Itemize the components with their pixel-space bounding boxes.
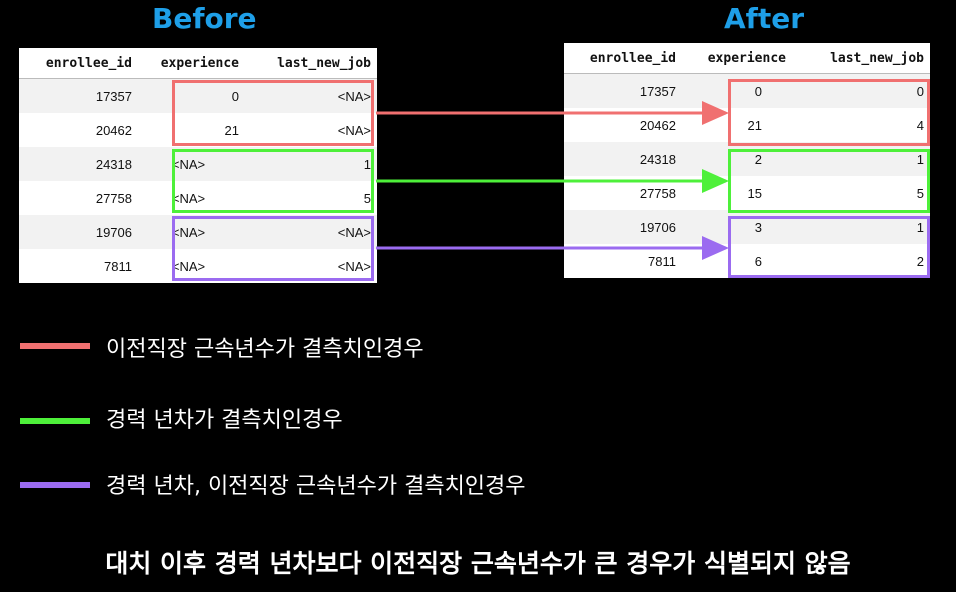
legend-red-line [20,343,90,349]
conclusion-text: 대치 이후 경력 년차보다 이전직장 근속년수가 큰 경우가 식별되지 않음 [105,549,851,578]
legend-purple-text: 경력 년차, 이전직장 근속년수가 결측치인경우 [106,474,526,499]
legend-green-line [20,418,90,424]
legend-red-text: 이전직장 근속년수가 결측치인경우 [106,337,424,362]
legend-green-text: 경력 년차가 결측치인경우 [106,408,343,433]
legend-purple-line [20,482,90,488]
connector-arrows [376,101,729,260]
